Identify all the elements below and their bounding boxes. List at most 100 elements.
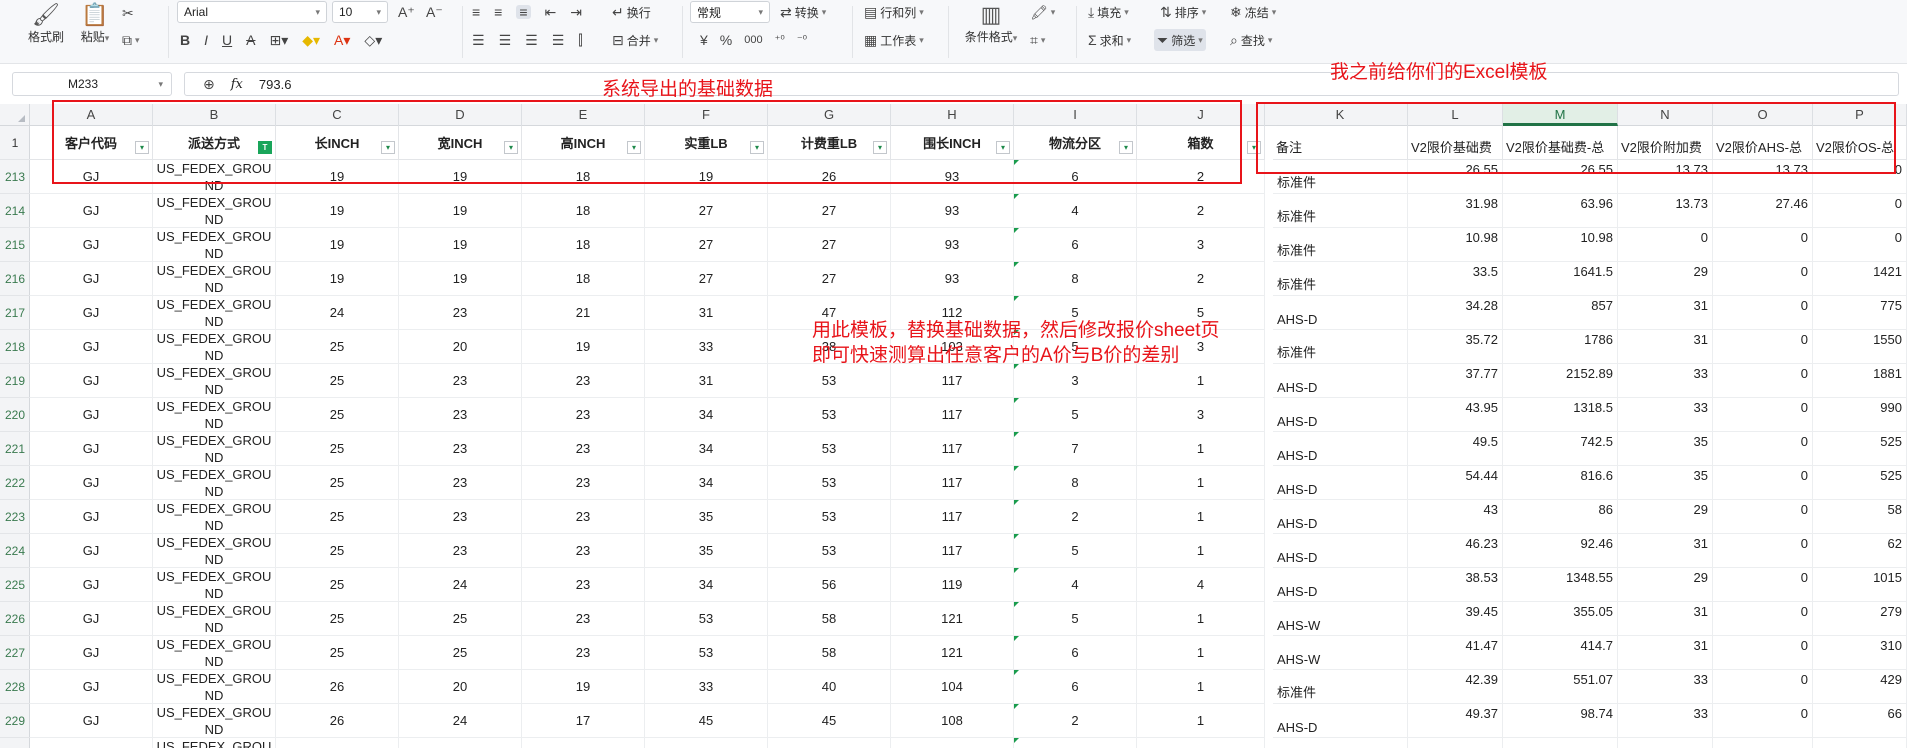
cell-c[interactable]: 25 [276, 466, 399, 500]
cell-d[interactable]: 23 [399, 534, 522, 568]
row-header[interactable]: 215 [0, 228, 30, 262]
cell-m[interactable]: 86 [1503, 500, 1618, 534]
cell-e[interactable]: 23 [522, 636, 645, 670]
cell-l[interactable]: 10.98 [1408, 228, 1503, 262]
cell-a[interactable]: GJ [30, 330, 153, 364]
cell-k[interactable]: AHS-D [1273, 364, 1408, 398]
cell-o[interactable]: 0 [1713, 398, 1813, 432]
cell-o[interactable]: 0 [1713, 670, 1813, 704]
cell-n[interactable] [1618, 738, 1713, 748]
decrease-decimal-icon[interactable]: ⁻⁰ [797, 34, 807, 46]
cell-p[interactable]: 429 [1813, 670, 1907, 704]
align-bottom-icon[interactable]: ≡ [516, 5, 531, 19]
cell-k[interactable]: AHS-D [1273, 432, 1408, 466]
cell-i[interactable]: 4 [1014, 194, 1137, 228]
row-header[interactable]: 220 [0, 398, 30, 432]
cell-h[interactable]: 108 [891, 704, 1014, 738]
cell-d[interactable]: 24 [399, 704, 522, 738]
cell-n[interactable]: 31 [1618, 636, 1713, 670]
cell-d[interactable]: 23 [399, 466, 522, 500]
row-header[interactable]: 219 [0, 364, 30, 398]
cell-k[interactable]: AHS-W [1273, 602, 1408, 636]
cell-o[interactable]: 27.46 [1713, 194, 1813, 228]
freeze-button[interactable]: ❄ 冻结 ▾ [1230, 1, 1276, 23]
cell-b[interactable]: US_FEDEX_GROUND [153, 330, 276, 364]
cell-k[interactable] [1273, 738, 1408, 748]
cell-m[interactable]: 98.74 [1503, 704, 1618, 738]
cell-n[interactable]: 29 [1618, 568, 1713, 602]
cell-h[interactable]: 121 [891, 602, 1014, 636]
cell-f[interactable]: 34 [645, 568, 768, 602]
number-format-select[interactable]: 常规 ▾ [690, 1, 770, 23]
cell-n[interactable]: 31 [1618, 296, 1713, 330]
cell-c[interactable]: 26 [276, 704, 399, 738]
cell-h[interactable]: 117 [891, 534, 1014, 568]
cell-a[interactable]: GJ [30, 500, 153, 534]
cell-style-button[interactable]: 🖍 ▾ [1030, 1, 1055, 23]
cell-j[interactable]: 1 [1137, 636, 1265, 670]
cell-g[interactable]: 58 [768, 602, 891, 636]
cell-o[interactable]: 0 [1713, 364, 1813, 398]
cell-o[interactable]: 0 [1713, 568, 1813, 602]
cell-a[interactable]: GJ [30, 296, 153, 330]
cell-e[interactable]: 23 [522, 500, 645, 534]
cell-m[interactable]: 742.5 [1503, 432, 1618, 466]
cell-e[interactable]: 23 [522, 602, 645, 636]
cell-i[interactable]: 8 [1014, 466, 1137, 500]
bold-icon[interactable]: B [180, 33, 190, 47]
cell-b[interactable]: US_FEDEX_GROUND [153, 432, 276, 466]
cell-o[interactable]: 0 [1713, 602, 1813, 636]
cut-button[interactable]: ✂ [122, 2, 134, 24]
cell-f[interactable]: 31 [645, 296, 768, 330]
font-size-select[interactable]: 10 ▾ [332, 1, 388, 23]
cell-e[interactable]: 23 [522, 568, 645, 602]
cell-a[interactable]: GJ [30, 432, 153, 466]
cell-f[interactable]: 45 [645, 704, 768, 738]
filter-button[interactable]: ⏷ 筛选 ▾ [1154, 29, 1206, 51]
cell-i[interactable]: 4 [1014, 568, 1137, 602]
cell-g[interactable]: 27 [768, 228, 891, 262]
cell-p[interactable]: 279 [1813, 602, 1907, 636]
cell-h[interactable]: 117 [891, 500, 1014, 534]
cell-e[interactable] [522, 738, 645, 748]
cell-m[interactable]: 355.05 [1503, 602, 1618, 636]
cell-e[interactable]: 18 [522, 262, 645, 296]
cell-l[interactable]: 37.77 [1408, 364, 1503, 398]
cell-c[interactable]: 25 [276, 398, 399, 432]
cell-l[interactable]: 42.39 [1408, 670, 1503, 704]
cell-f[interactable]: 53 [645, 602, 768, 636]
cell-i[interactable]: 6 [1014, 228, 1137, 262]
cell-o[interactable]: 0 [1713, 330, 1813, 364]
cell-i[interactable]: 3 [1014, 364, 1137, 398]
cell-m[interactable]: 551.07 [1503, 670, 1618, 704]
cell-m[interactable]: 1318.5 [1503, 398, 1618, 432]
name-box[interactable]: M233 ▾ [12, 72, 172, 96]
cell-a[interactable]: GJ [30, 398, 153, 432]
justify-icon[interactable]: ☰ [552, 33, 565, 47]
cell-j[interactable]: 1 [1137, 602, 1265, 636]
convert-button[interactable]: ⇄ 转换 ▾ [780, 1, 826, 23]
cell-m[interactable]: 1348.55 [1503, 568, 1618, 602]
row-header[interactable]: 227 [0, 636, 30, 670]
row-header[interactable]: 217 [0, 296, 30, 330]
cell-j[interactable]: 1 [1137, 670, 1265, 704]
cell-d[interactable]: 20 [399, 330, 522, 364]
cell-b[interactable]: US_FEDEX_GROUND [153, 568, 276, 602]
cell-e[interactable]: 19 [522, 670, 645, 704]
cell-f[interactable]: 53 [645, 636, 768, 670]
cell-p[interactable]: 66 [1813, 704, 1907, 738]
cell-o[interactable] [1713, 738, 1813, 748]
cell-b[interactable]: US_FEDEX_GROUND [153, 636, 276, 670]
cell-k[interactable]: 标准件 [1273, 194, 1408, 228]
cell-e[interactable]: 21 [522, 296, 645, 330]
align-middle-icon[interactable]: ≡ [494, 5, 502, 19]
clear-format-icon[interactable]: ◇▾ [364, 33, 382, 47]
cell-k[interactable]: AHS-D [1273, 296, 1408, 330]
cell-c[interactable]: 25 [276, 330, 399, 364]
cell-i[interactable]: 2 [1014, 500, 1137, 534]
row-header[interactable]: 222 [0, 466, 30, 500]
cell-l[interactable]: 35.72 [1408, 330, 1503, 364]
cell-p[interactable]: 1015 [1813, 568, 1907, 602]
cell-m[interactable]: 92.46 [1503, 534, 1618, 568]
cell-h[interactable]: 93 [891, 194, 1014, 228]
